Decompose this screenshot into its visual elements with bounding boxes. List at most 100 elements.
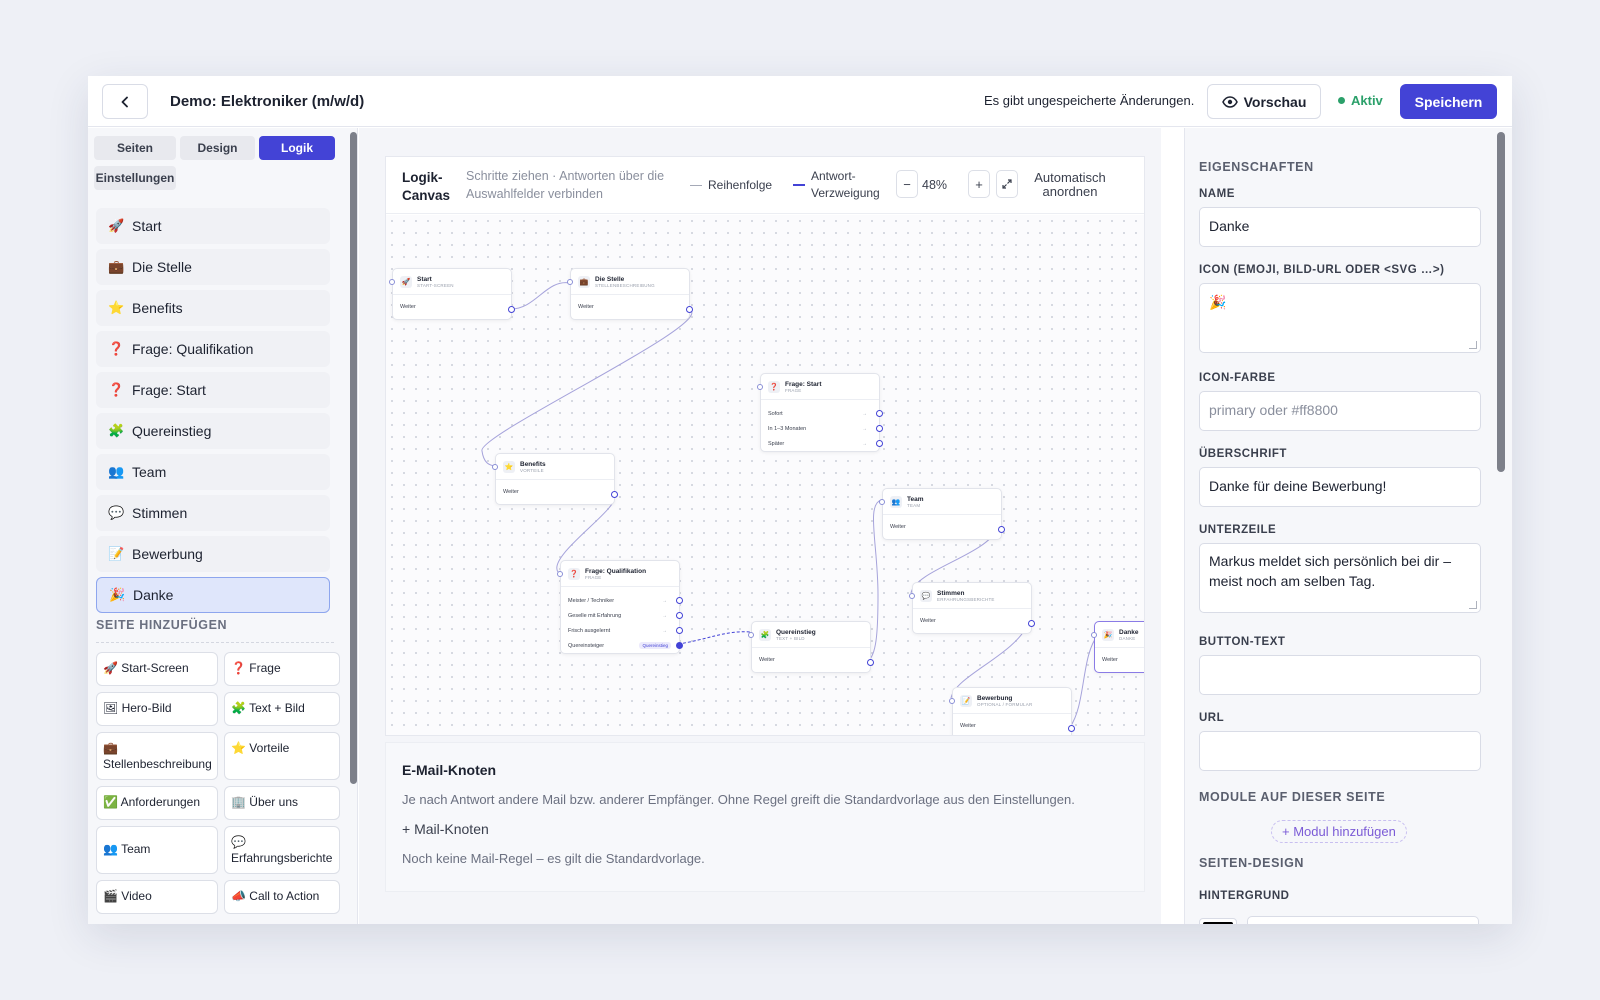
tab-design[interactable]: Design — [180, 136, 255, 160]
input-port[interactable] — [567, 279, 573, 285]
star-icon: ⭐ — [503, 460, 515, 473]
url-field[interactable] — [1199, 731, 1481, 771]
sidebar-scrollbar[interactable] — [350, 132, 357, 784]
page-title: Demo: Elektroniker (m/w/d) — [170, 93, 365, 110]
add-call-to-action-button[interactable]: 📣 Call to Action — [224, 880, 340, 914]
output-port[interactable] — [611, 491, 618, 498]
output-port[interactable] — [676, 627, 683, 634]
node-bewerbung[interactable]: 📝 Bewerbung OPTIONAL / FORMULAR Weiter — [949, 687, 1075, 735]
sidebar-item-quereinstieg[interactable]: 🧩 Quereinstieg — [96, 413, 330, 449]
node-start[interactable]: 🚀 Start START-SCREEN Weiter — [389, 268, 515, 320]
legend-order: Reihenfolge — [690, 178, 772, 192]
node-type: START-SCREEN — [417, 282, 454, 288]
node-danke[interactable]: 🎉 Danke DANKE Weiter — [1091, 621, 1144, 673]
sidebar-item-danke[interactable]: 🎉 Danke — [96, 577, 330, 613]
node-team[interactable]: 👥 Team TEAM Weiter — [879, 488, 1005, 540]
background-input[interactable] — [1247, 916, 1479, 924]
tab-einstellungen[interactable]: Einstellungen — [94, 166, 176, 190]
sidebar-item-label: Frage: Start — [132, 382, 206, 398]
output-port[interactable] — [998, 526, 1005, 533]
icon-field[interactable]: 🎉 — [1199, 283, 1481, 353]
add-anforderungen-button[interactable]: ✅ Anforderungen — [96, 786, 218, 820]
node-benefits[interactable]: ⭐ Benefits VORTEILE Weiter — [492, 453, 618, 505]
button-text-field[interactable] — [1199, 655, 1481, 695]
add-text-bild-button[interactable]: 🧩 Text + Bild — [224, 692, 340, 726]
save-button[interactable]: Speichern — [1400, 84, 1497, 119]
resize-handle-icon[interactable] — [1469, 601, 1477, 609]
unsaved-changes-notice: Es gibt ungespeicherte Änderungen. — [984, 93, 1195, 108]
output-port[interactable] — [508, 306, 515, 313]
add-hero-bild-button[interactable]: 🖼 Hero-Bild — [96, 692, 218, 726]
input-port[interactable] — [557, 571, 563, 577]
add-erfahrungsberichte-button[interactable]: 💬 Erfahrungsberichte — [224, 826, 340, 874]
input-port[interactable] — [757, 384, 763, 390]
name-label: NAME — [1199, 188, 1235, 200]
node-quereinstieg[interactable]: 🧩 Quereinstieg TEXT + BILD Weiter — [748, 621, 874, 673]
output-port[interactable] — [876, 425, 883, 432]
sidebar-item-start[interactable]: 🚀 Start — [96, 208, 330, 244]
background-color-swatch[interactable] — [1199, 918, 1237, 924]
add-stellenbeschreibung-button[interactable]: 💼 Stellenbeschreibung — [96, 732, 218, 780]
add-vorteile-button[interactable]: ⭐ Vorteile — [224, 732, 340, 780]
properties-scrollbar[interactable] — [1497, 132, 1505, 472]
node-frage-start[interactable]: ❓ Frage: Start FRAGE Sofort → In 1–3 Monate… — [757, 373, 883, 452]
back-button[interactable] — [102, 84, 148, 119]
add-team-button[interactable]: 👥 Team — [96, 826, 218, 874]
input-port[interactable] — [949, 698, 955, 704]
add-start-screen-button[interactable]: 🚀 Start-Screen — [96, 652, 218, 686]
input-port[interactable] — [748, 632, 754, 638]
headline-field[interactable]: Danke für deine Bewerbung! — [1199, 467, 1481, 507]
add-module-button[interactable]: + Modul hinzufügen — [1271, 820, 1407, 843]
output-port[interactable] — [676, 612, 683, 619]
output-port[interactable] — [1068, 725, 1075, 732]
tab-seiten[interactable]: Seiten — [94, 136, 176, 160]
auto-arrange-button[interactable]: Automatisch anordnen — [1030, 170, 1110, 200]
add-frage-button[interactable]: ❓ Frage — [224, 652, 340, 686]
output-port[interactable] — [686, 306, 693, 313]
icon-color-field[interactable]: primary oder #ff8800 — [1199, 391, 1481, 431]
input-port[interactable] — [492, 464, 498, 470]
legend-branch: Antwort-Verzweigung — [793, 168, 883, 203]
output-port[interactable] — [876, 410, 883, 417]
canvas-grid[interactable]: 🚀 Start START-SCREEN Weiter 💼 Die Stelle STE… — [386, 215, 1144, 735]
add-item-label: Stellenbeschreibung — [103, 757, 212, 772]
input-port[interactable] — [389, 279, 395, 285]
tab-logik[interactable]: Logik — [259, 136, 335, 160]
answer-label: Quereinsteiger — [568, 642, 605, 649]
add-ueber-uns-button[interactable]: 🏢 Über uns — [224, 786, 340, 820]
add-mail-node-button[interactable]: + Mail-Knoten — [402, 821, 489, 837]
output-port[interactable] — [1028, 620, 1035, 627]
sidebar-item-frage-start[interactable]: ❓ Frage: Start — [96, 372, 330, 408]
output-port[interactable] — [676, 597, 683, 604]
fit-view-button[interactable] — [996, 170, 1018, 198]
sidebar-item-stimmen[interactable]: 💬 Stimmen — [96, 495, 330, 531]
subline-field[interactable]: Markus meldet sich persönlich bei dir – … — [1199, 543, 1481, 613]
sidebar-item-bewerbung[interactable]: 📝 Bewerbung — [96, 536, 330, 572]
sidebar-item-benefits[interactable]: ⭐ Benefits — [96, 290, 330, 326]
name-field[interactable]: Danke — [1199, 207, 1481, 247]
output-port[interactable] — [876, 440, 883, 447]
input-port[interactable] — [1091, 632, 1097, 638]
node-die-stelle[interactable]: 💼 Die Stelle STELLENBESCHREIBUNG Weiter — [567, 268, 693, 320]
preview-button[interactable]: Vorschau — [1207, 84, 1321, 119]
node-header: ❓ Frage: Qualifikation FRAGE — [561, 561, 679, 587]
resize-handle-icon[interactable] — [1469, 341, 1477, 349]
node-frage-qualifikation[interactable]: ❓ Frage: Qualifikation FRAGE Meister / Tec… — [557, 560, 683, 654]
node-stimmen[interactable]: 💬 Stimmen ERFAHRUNGSBERICHTE Weiter — [909, 582, 1035, 634]
answer-label: Später — [768, 440, 785, 447]
input-port[interactable] — [909, 593, 915, 599]
output-port[interactable] — [867, 659, 874, 666]
node-type: STELLENBESCHREIBUNG — [595, 282, 655, 288]
sidebar-item-frage-qualifikation[interactable]: ❓ Frage: Qualifikation — [96, 331, 330, 367]
check-icon: ✅ — [103, 795, 118, 809]
zoom-out-button[interactable]: − — [896, 170, 918, 198]
zoom-in-button[interactable]: + — [968, 170, 990, 198]
input-port[interactable] — [879, 499, 885, 505]
add-video-button[interactable]: 🎬 Video — [96, 880, 218, 914]
sidebar-item-label: Benefits — [132, 300, 183, 316]
output-port[interactable] — [676, 642, 683, 649]
sidebar-item-die-stelle[interactable]: 💼 Die Stelle — [96, 249, 330, 285]
email-section-description: Je nach Antwort andere Mail bzw. anderer… — [402, 792, 1075, 807]
sidebar-item-team[interactable]: 👥 Team — [96, 454, 330, 490]
rocket-icon: 🚀 — [108, 218, 125, 233]
